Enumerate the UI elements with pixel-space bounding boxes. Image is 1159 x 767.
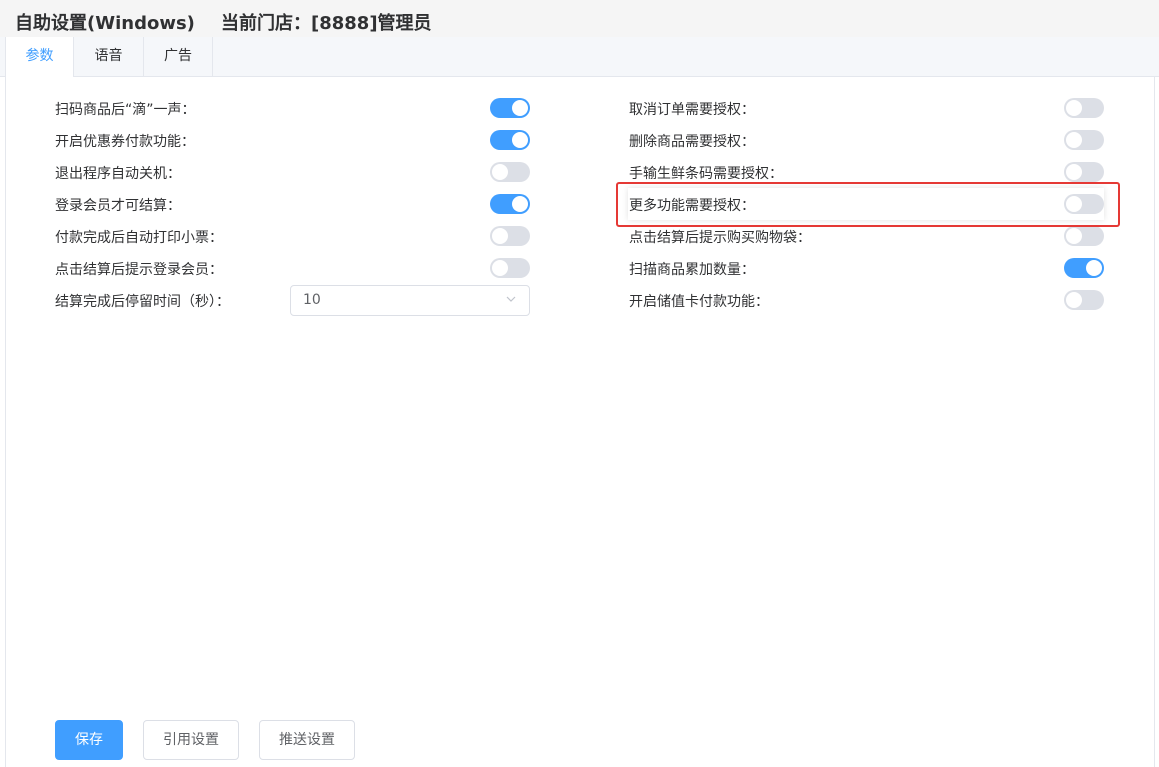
switch-prompt-member-login[interactable] (490, 258, 530, 278)
switch-knob (492, 228, 508, 244)
label-prompt-member-login: 点击结算后提示登录会员： (55, 262, 223, 278)
switch-accumulate-quantity[interactable] (1064, 258, 1104, 278)
switch-knob (1066, 228, 1082, 244)
title-bar: 自助设置(Windows) 当前门店：[8888]管理员 (0, 0, 1159, 37)
switch-scan-beep[interactable] (490, 98, 530, 118)
switch-cancel-order-auth[interactable] (1064, 98, 1104, 118)
switch-knob (492, 164, 508, 180)
switch-knob (512, 196, 528, 212)
switch-auto-print-receipt[interactable] (490, 226, 530, 246)
switch-knob (512, 132, 528, 148)
chevron-down-icon (506, 296, 516, 302)
stay-time-select[interactable]: 10 (290, 285, 530, 316)
switch-knob (512, 100, 528, 116)
switch-member-checkout[interactable] (490, 194, 530, 214)
page-title: 自助设置(Windows) (15, 13, 195, 34)
use-settings-button[interactable]: 引用设置 (143, 720, 239, 760)
stay-time-value: 10 (303, 292, 321, 308)
tab-voice[interactable]: 语音 (74, 37, 144, 76)
label-scan-beep: 扫码商品后“滴”一声： (55, 102, 196, 118)
label-auto-print-receipt: 付款完成后自动打印小票： (55, 230, 223, 246)
tab-ads[interactable]: 广告 (144, 37, 213, 76)
switch-stored-value-card-pay[interactable] (1064, 290, 1104, 310)
annotation-highlight-box (616, 182, 1120, 227)
switch-knob (1086, 260, 1102, 276)
tab-params[interactable]: 参数 (5, 37, 74, 77)
save-button[interactable]: 保存 (55, 720, 123, 760)
switch-knob (1066, 132, 1082, 148)
label-cancel-order-auth: 取消订单需要授权： (629, 102, 755, 118)
label-member-checkout: 登录会员才可结算： (55, 198, 181, 214)
switch-knob (1066, 164, 1082, 180)
switch-manual-fresh-code-auth[interactable] (1064, 162, 1104, 182)
label-delete-item-auth: 删除商品需要授权： (629, 134, 755, 150)
push-settings-button[interactable]: 推送设置 (259, 720, 355, 760)
label-coupon-pay: 开启优惠券付款功能： (55, 134, 195, 150)
switch-delete-item-auth[interactable] (1064, 130, 1104, 150)
tab-bar: 参数 语音 广告 (0, 37, 1159, 77)
switch-knob (492, 260, 508, 276)
label-prompt-shopping-bag: 点击结算后提示购买购物袋： (629, 230, 811, 246)
label-stay-time: 结算完成后停留时间（秒）： (55, 294, 230, 310)
label-stored-value-card-pay: 开启储值卡付款功能： (629, 294, 769, 310)
current-store: 当前门店：[8888]管理员 (221, 13, 432, 34)
switch-auto-shutdown[interactable] (490, 162, 530, 182)
label-auto-shutdown: 退出程序自动关机： (55, 166, 181, 182)
switch-prompt-shopping-bag[interactable] (1064, 226, 1104, 246)
switch-knob (1066, 292, 1082, 308)
label-manual-fresh-code-auth: 手输生鲜条码需要授权： (629, 166, 783, 182)
label-accumulate-quantity: 扫描商品累加数量： (629, 262, 755, 278)
switch-knob (1066, 100, 1082, 116)
switch-coupon-pay[interactable] (490, 130, 530, 150)
